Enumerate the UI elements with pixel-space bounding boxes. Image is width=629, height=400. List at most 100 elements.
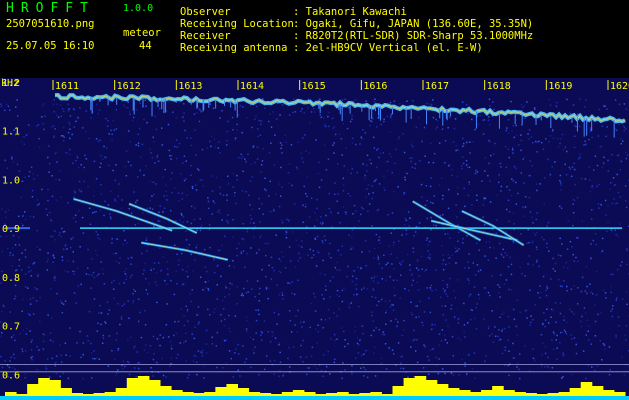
- noise-pixel: [494, 335, 497, 337]
- noise-pixel: [90, 352, 93, 354]
- noise-pixel: [75, 120, 77, 123]
- noise-pixel: [278, 342, 281, 344]
- noise-pixel: [268, 195, 270, 197]
- noise-pixel: [128, 317, 130, 319]
- noise-pixel: [300, 110, 302, 113]
- noise-pixel: [449, 163, 451, 166]
- noise-pixel: [119, 323, 121, 326]
- noise-pixel: [500, 190, 502, 192]
- noise-pixel: [241, 190, 244, 192]
- noise-pixel: [616, 235, 619, 237]
- noise-pixel: [585, 265, 588, 268]
- noise-pixel: [182, 162, 184, 164]
- noise-pixel: [429, 311, 432, 314]
- noise-pixel: [336, 338, 338, 340]
- noise-pixel: [101, 342, 104, 344]
- noise-pixel: [287, 171, 290, 174]
- noise-pixel: [53, 135, 56, 137]
- noise-pixel: [287, 357, 289, 360]
- noise-pixel: [513, 136, 515, 139]
- noise-pixel: [568, 166, 571, 169]
- noise-pixel: [300, 245, 302, 248]
- noise-pixel: [553, 333, 556, 335]
- noise-pixel: [190, 300, 192, 303]
- noise-pixel: [340, 254, 342, 256]
- noise-pixel: [183, 155, 186, 157]
- noise-pixel: [585, 99, 587, 101]
- noise-pixel: [564, 147, 566, 149]
- noise-pixel: [367, 210, 369, 212]
- noise-pixel: [541, 365, 543, 368]
- noise-pixel: [349, 195, 352, 197]
- noise-pixel: [37, 273, 40, 275]
- noise-pixel: [278, 375, 280, 378]
- noise-pixel: [467, 194, 470, 197]
- noise-pixel: [19, 333, 21, 335]
- noise-pixel: [399, 103, 401, 105]
- noise-pixel: [442, 268, 445, 271]
- noise-pixel: [255, 309, 257, 311]
- noise-pixel: [444, 372, 446, 375]
- noise-pixel: [429, 349, 431, 352]
- noise-pixel: [373, 275, 376, 278]
- noise-pixel: [198, 120, 201, 123]
- noise-pixel: [102, 334, 104, 337]
- noise-pixel: [264, 368, 266, 371]
- noise-pixel: [259, 221, 261, 223]
- noise-pixel: [507, 339, 510, 342]
- noise-pixel: [134, 345, 136, 348]
- noise-pixel: [385, 323, 387, 325]
- noise-pixel: [207, 308, 209, 311]
- noise-pixel: [277, 313, 280, 316]
- noise-pixel: [392, 304, 394, 306]
- noise-pixel: [323, 117, 325, 119]
- noise-pixel: [605, 214, 607, 216]
- noise-pixel: [46, 260, 49, 263]
- noise-pixel: [0, 103, 2, 105]
- noise-pixel: [510, 100, 512, 103]
- noise-pixel: [404, 179, 406, 181]
- noise-pixel: [72, 251, 74, 253]
- noise-pixel: [588, 138, 590, 141]
- noise-pixel: [463, 302, 465, 305]
- noise-pixel: [518, 144, 520, 146]
- noise-pixel: [401, 234, 403, 236]
- activity-bar: [558, 392, 571, 396]
- noise-pixel: [441, 305, 443, 307]
- noise-pixel: [112, 169, 114, 172]
- noise-pixel: [312, 250, 315, 252]
- noise-pixel: [625, 151, 627, 154]
- noise-pixel: [20, 140, 22, 143]
- noise-pixel: [64, 342, 67, 344]
- noise-pixel: [491, 333, 493, 335]
- noise-pixel: [178, 142, 181, 145]
- noise-pixel: [554, 270, 556, 272]
- noise-pixel: [33, 178, 35, 180]
- noise-pixel: [131, 119, 134, 122]
- noise-pixel: [270, 278, 273, 280]
- noise-pixel: [359, 339, 361, 341]
- noise-pixel: [269, 341, 272, 343]
- noise-pixel: [626, 263, 628, 266]
- noise-pixel: [273, 359, 276, 362]
- noise-pixel: [48, 211, 51, 214]
- noise-pixel: [105, 117, 107, 120]
- noise-pixel: [344, 345, 346, 348]
- noise-pixel: [342, 206, 345, 208]
- noise-pixel: [551, 130, 554, 132]
- noise-pixel: [169, 155, 171, 157]
- noise-pixel: [124, 273, 127, 275]
- noise-pixel: [73, 126, 75, 128]
- noise-pixel: [611, 202, 614, 205]
- noise-pixel: [598, 108, 600, 111]
- noise-pixel: [625, 290, 628, 293]
- noise-pixel: [532, 357, 535, 360]
- noise-pixel: [421, 321, 423, 324]
- noise-pixel: [406, 172, 408, 175]
- noise-pixel: [410, 311, 413, 314]
- noise-pixel: [197, 169, 200, 171]
- noise-pixel: [324, 125, 327, 128]
- noise-pixel: [442, 254, 444, 256]
- noise-pixel: [343, 211, 346, 213]
- noise-pixel: [489, 123, 491, 126]
